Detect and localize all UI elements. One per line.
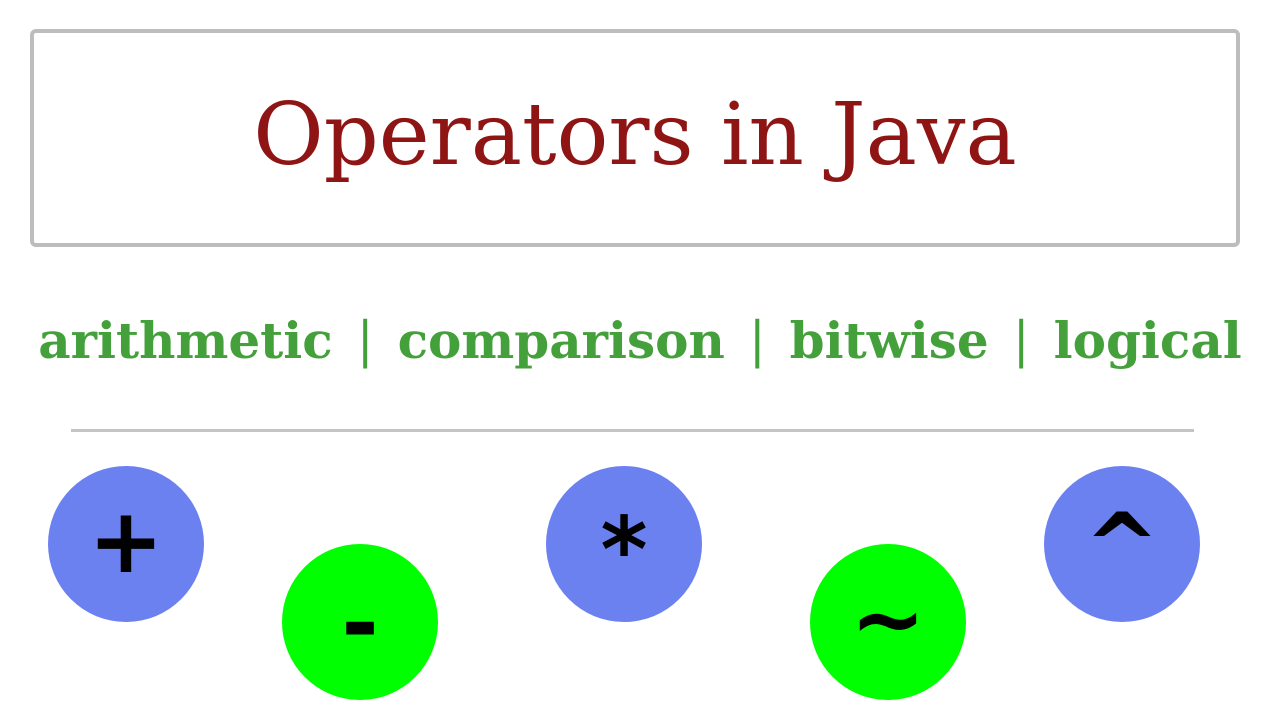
category-arithmetic: arithmetic <box>38 310 333 370</box>
minus-symbol: - <box>341 571 379 676</box>
category-comparison: comparison <box>397 310 725 370</box>
minus-icon: - <box>282 544 438 700</box>
page-title: Operators in Java <box>253 85 1017 185</box>
category-separator: | <box>748 311 766 369</box>
divider <box>71 429 1194 432</box>
category-logical: logical <box>1053 310 1242 370</box>
category-bitwise: bitwise <box>789 310 989 370</box>
tilde-symbol: ~ <box>850 567 926 672</box>
title-box: Operators in Java <box>30 29 1240 247</box>
operator-categories: arithmetic | comparison | bitwise | logi… <box>38 300 1241 380</box>
asterisk-icon: * <box>546 466 702 622</box>
plus-icon: + <box>48 466 204 622</box>
plus-symbol: + <box>88 489 164 594</box>
caret-icon: ^ <box>1044 466 1200 622</box>
tilde-icon: ~ <box>810 544 966 700</box>
caret-symbol: ^ <box>1084 494 1160 599</box>
category-separator: | <box>1012 311 1030 369</box>
category-separator: | <box>356 311 374 369</box>
asterisk-symbol: * <box>600 498 648 603</box>
page: Operators in Java arithmetic | compariso… <box>0 0 1280 720</box>
